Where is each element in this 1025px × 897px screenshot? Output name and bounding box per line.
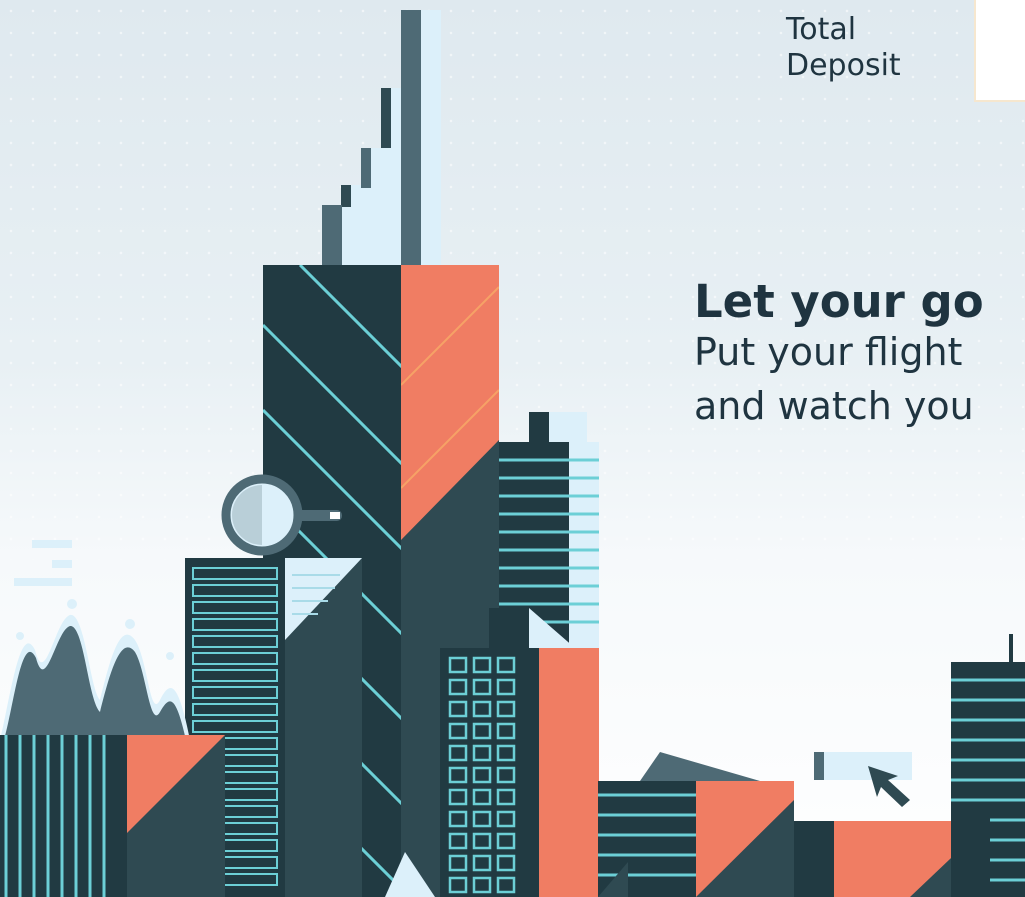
cursor-arrow-icon: [814, 752, 912, 807]
window-grid-tower: [440, 608, 599, 897]
tower-spire: [322, 10, 441, 266]
wave-chart-decoration: [0, 540, 190, 740]
low-buildings-middle: [598, 752, 990, 897]
right-tower: [951, 634, 1025, 897]
city-skyline-illustration: [0, 10, 1025, 897]
bottom-left-building: [0, 735, 225, 897]
